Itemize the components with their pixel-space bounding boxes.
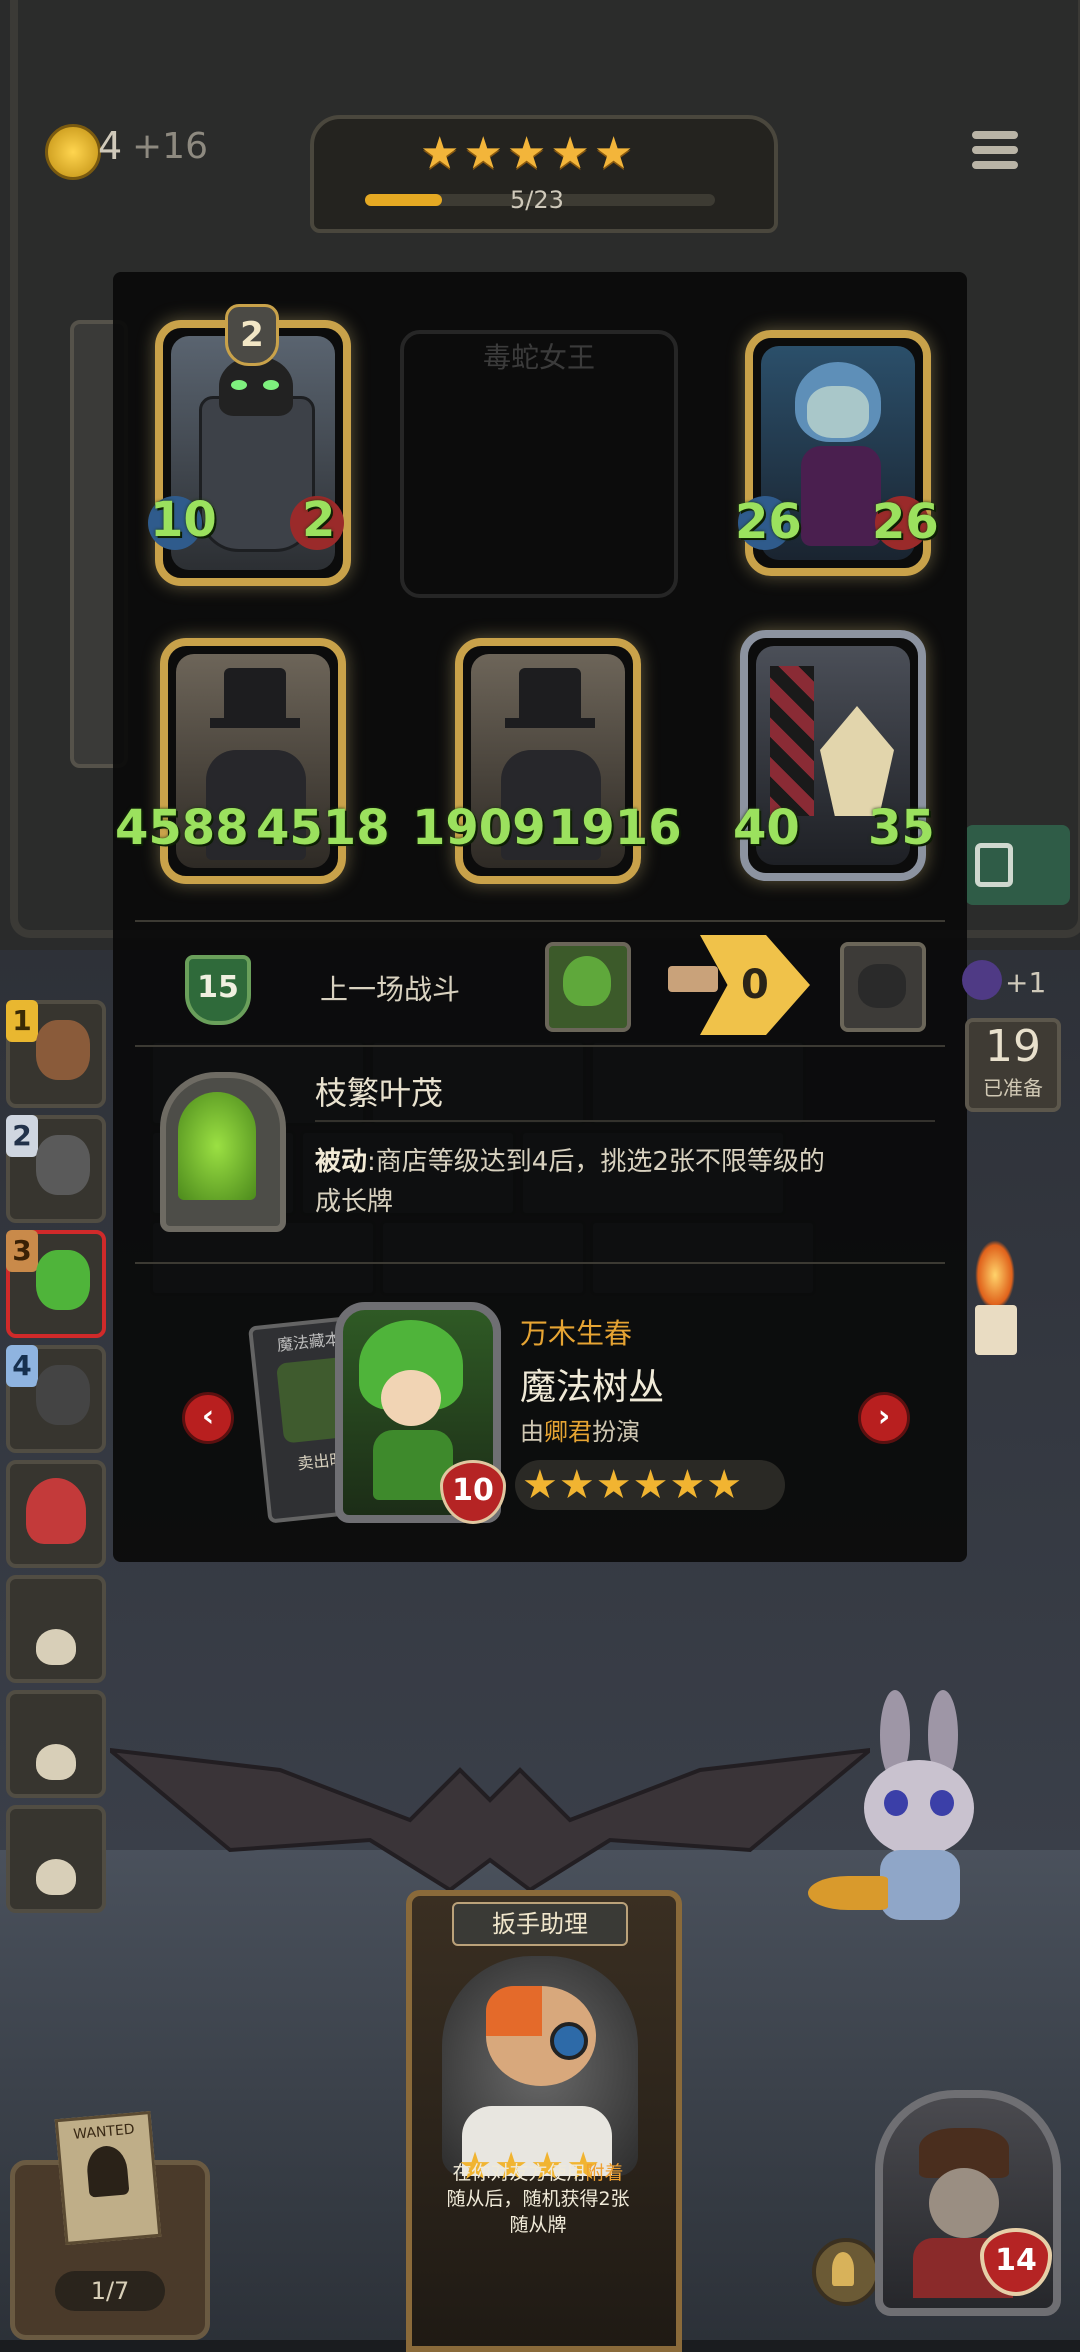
leaderboard-slot-7[interactable] (6, 1690, 106, 1798)
hero-level-shield: 15 (185, 955, 251, 1025)
divider (135, 1045, 945, 1047)
card-5-health: 1916 (548, 800, 682, 856)
leaderboard-slot-5[interactable] (6, 1460, 106, 1568)
skull-icon (36, 1859, 76, 1895)
tavern-progress-fill (365, 194, 442, 206)
board-card-2-ghost: 毒蛇女王 (400, 330, 678, 598)
wanted-count: 1/7 (90, 2277, 130, 2305)
lock-shop-button[interactable] (965, 825, 1070, 905)
bat-emblem-icon (110, 1747, 870, 1893)
gold-coin-icon (45, 124, 101, 180)
leaderboard-slot-8[interactable] (6, 1805, 106, 1913)
own-hero-avatar (545, 942, 631, 1032)
divider (315, 1120, 935, 1122)
actor-prefix: 由 (520, 1418, 544, 1446)
shop-card-title: 扳手助理 (492, 1910, 588, 1938)
rank-badge: 2 (6, 1115, 38, 1157)
chevron-right-icon: › (877, 1399, 891, 1434)
candle-icon (975, 1305, 1017, 1355)
shop-card-line2: 随从后，随机获得2张 (446, 2188, 630, 2210)
sword-icon (668, 966, 718, 992)
actor-suffix: 扮演 (592, 1418, 640, 1446)
ability-description: 被动:商店等级达到4后，挑选2张不限等级的 成长牌 (315, 1142, 935, 1222)
ready-counter: 19 已准备 (965, 1018, 1061, 1112)
lock-icon (975, 843, 1013, 887)
ability-desc-line2: 成长牌 (315, 1187, 394, 1217)
player-avatar (26, 1478, 86, 1544)
player-avatar (36, 1250, 90, 1310)
card-1-attack: 10 (150, 492, 217, 548)
card-6-health: 35 (868, 800, 935, 856)
moon-bonus: +1 (1005, 966, 1047, 999)
card-6-attack: 40 (733, 800, 800, 856)
hero-subtitle: 万木生春 (520, 1317, 633, 1350)
wanted-board-button[interactable]: WANTED 1/7 (10, 2111, 210, 2340)
leaderboard-slot-6[interactable] (6, 1575, 106, 1683)
shop-card-keyword: 附着 (585, 2162, 624, 2184)
shop-card-text: 在你对友方使用附着 随从后，随机获得2张 随从牌 (422, 2160, 654, 2238)
actor-name: 卿君 (544, 1418, 592, 1446)
last-battle-label: 上一场战斗 (320, 973, 461, 1006)
tavern-progress-text: 5/23 (510, 186, 564, 214)
wanted-poster-icon: WANTED (54, 2111, 162, 2245)
leaderboard-slot-1[interactable]: 1 (6, 1000, 106, 1108)
ready-count: 19 (985, 1021, 1041, 1072)
ability-icon (160, 1072, 286, 1232)
player-health: 14 (995, 2243, 1037, 2278)
leaderboard-slot-4[interactable]: 4 (6, 1345, 106, 1453)
card-3-health: 26 (872, 494, 939, 550)
gold-income: +16 (132, 126, 208, 167)
player-avatar (36, 1135, 90, 1195)
moon-icon (962, 960, 1002, 1000)
ready-label: 已准备 (983, 1076, 1043, 1100)
ability-desc-line1: :商店等级达到4后，挑选2张不限等级的 (367, 1147, 825, 1177)
ghost-card-name: 毒蛇女王 (482, 341, 595, 374)
card-level-badge: 2 (225, 304, 279, 366)
card-5-attack: 1909 (412, 800, 546, 856)
player-avatar (36, 1365, 90, 1425)
card-1-health: 2 (302, 492, 336, 548)
skull-icon (36, 1744, 76, 1780)
wanted-counter: 1/7 (55, 2271, 165, 2311)
shop-card-title-plate: 扳手助理 (452, 1902, 628, 1946)
hero-actor-line: 由卿君扮演 (520, 1412, 640, 1447)
shop-card-line1a: 在你对友方使用 (452, 2162, 586, 2184)
divider (135, 920, 945, 922)
menu-button[interactable] (972, 124, 1018, 176)
wrench-assistant-portrait (442, 1956, 638, 2176)
leaderboard-slot-2[interactable]: 2 (6, 1115, 106, 1223)
ability-title: 枝繁叶茂 (315, 1074, 444, 1112)
horn-icon (808, 1876, 888, 1910)
rank-badge: 4 (6, 1345, 38, 1387)
torch-flame-icon (975, 1240, 1015, 1310)
chevron-left-icon: ‹ (201, 1399, 215, 1434)
hero-name: 魔法树丛 (520, 1367, 665, 1408)
player-avatar (36, 1020, 90, 1080)
rank-badge: 3 (6, 1230, 38, 1272)
gold-count: 4 (98, 124, 123, 168)
last-battle-damage: 0 (741, 962, 769, 1008)
rank-badge: 1 (6, 1000, 38, 1042)
ability-type: 被动 (315, 1147, 368, 1177)
prev-hero-button[interactable]: ‹ (182, 1392, 234, 1444)
next-hero-button[interactable]: › (858, 1392, 910, 1444)
shop-card-line3: 随从牌 (509, 2214, 567, 2236)
enemy-hero-avatar (840, 942, 926, 1032)
card-4-health: 4518 (256, 800, 390, 856)
tavern-stars: ★ ★ ★ ★ ★ (420, 128, 634, 179)
leaderboard-slot-3[interactable]: 3 (6, 1230, 106, 1338)
card-3-attack: 26 (735, 494, 802, 550)
card-4-attack: 4588 (115, 800, 249, 856)
hero-power-button[interactable] (812, 2238, 880, 2306)
skull-icon (36, 1629, 76, 1665)
shop-card[interactable]: 扳手助理 ★ ★ ★ ★ 在你对友方使用附着 随从后，随机获得2张 随从牌 (406, 1890, 682, 2352)
divider (135, 1262, 945, 1264)
hero-stars: ★ ★ ★ ★ ★ ★ (522, 1462, 743, 1508)
hero-power-icon (832, 2252, 854, 2286)
